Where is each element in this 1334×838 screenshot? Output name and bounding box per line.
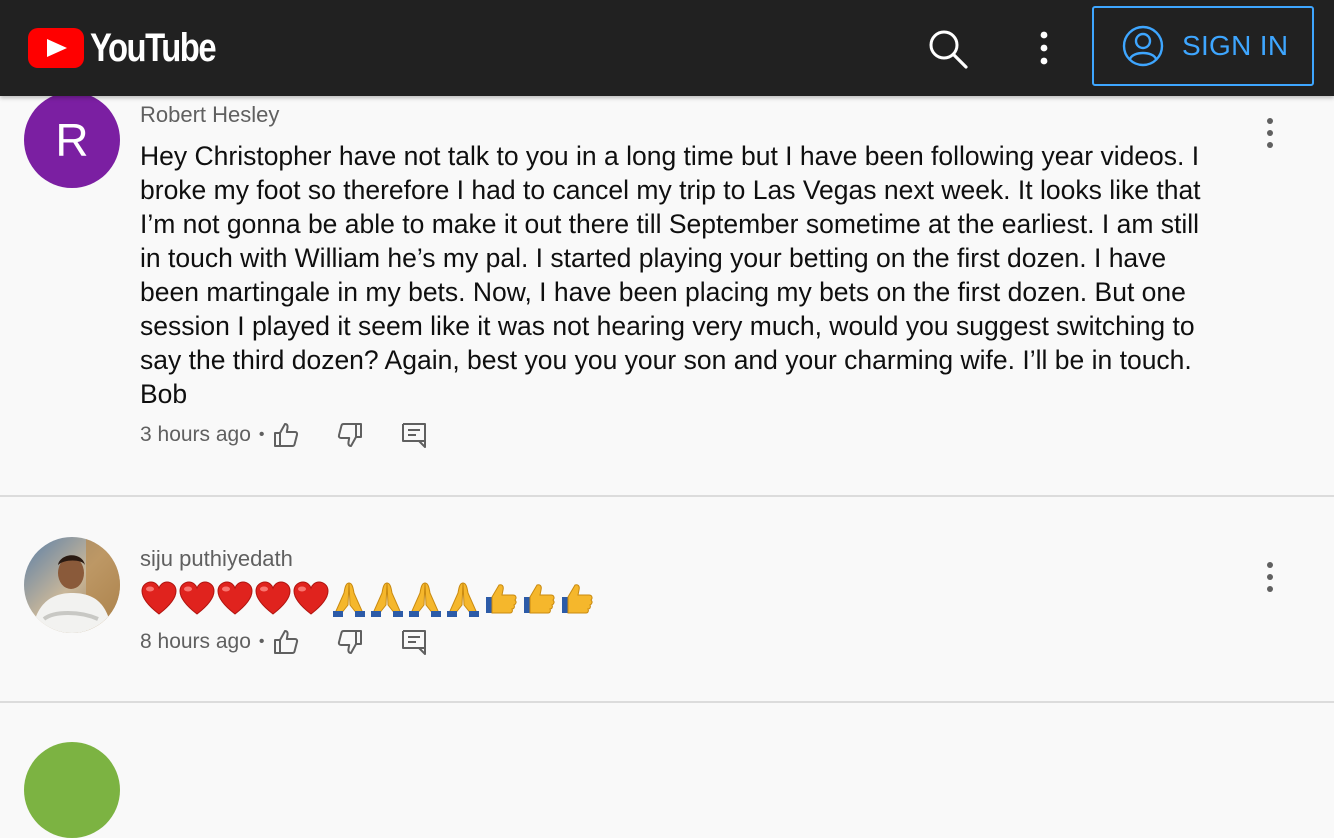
more-vert-icon: [1040, 31, 1048, 65]
thumbs-up-icon: [520, 581, 558, 622]
comment-author[interactable]: Robert Hesley: [140, 102, 279, 128]
avatar[interactable]: R: [24, 92, 120, 188]
search-button[interactable]: [926, 27, 970, 71]
like-button[interactable]: [272, 625, 336, 659]
separator-dot: •: [258, 426, 265, 443]
youtube-logo[interactable]: YouTube: [28, 25, 243, 70]
avatar-letter: R: [55, 114, 89, 166]
divider: [0, 701, 1334, 703]
heart-icon: [140, 581, 178, 622]
thumb-down-icon: [337, 630, 362, 654]
reply-button[interactable]: [400, 625, 464, 659]
comment-item: R Robert Hesley Hey Christopher have not…: [0, 92, 1334, 495]
heart-icon: [178, 581, 216, 622]
like-button[interactable]: [272, 418, 336, 452]
reply-button[interactable]: [400, 418, 464, 452]
avatar[interactable]: [24, 742, 120, 838]
comment-menu-button[interactable]: [1254, 555, 1286, 599]
more-vert-icon: [1267, 118, 1273, 148]
thumb-up-icon: [273, 423, 298, 447]
sign-in-button[interactable]: SIGN IN: [1092, 6, 1314, 86]
comment-author[interactable]: siju puthiyedath: [140, 546, 293, 572]
more-vert-icon: [1267, 562, 1273, 592]
heart-icon: [254, 581, 292, 622]
pray-icon: [330, 581, 368, 622]
comment-icon: [401, 423, 426, 448]
search-icon: [929, 30, 968, 69]
pray-icon: [406, 581, 444, 622]
comment-meta: 3 hours ago •: [140, 418, 464, 452]
more-options-button[interactable]: [1028, 27, 1060, 71]
thumbs-up-icon: [558, 581, 596, 622]
comment-icon: [401, 630, 426, 655]
comment-time: 3 hours ago: [140, 423, 251, 446]
dislike-button[interactable]: [336, 625, 400, 659]
thumb-up-icon: [273, 630, 298, 654]
thumb-down-icon: [337, 423, 362, 447]
separator-dot: •: [258, 633, 265, 650]
avatar[interactable]: [24, 537, 120, 633]
pray-icon: [444, 581, 482, 622]
profile-photo: [24, 537, 120, 633]
comment-menu-button[interactable]: [1254, 111, 1286, 155]
dislike-button[interactable]: [336, 418, 400, 452]
account-circle-icon: [1122, 25, 1164, 67]
sign-in-label: SIGN IN: [1182, 30, 1289, 61]
heart-icon: [216, 581, 254, 622]
heart-icon: [292, 581, 330, 622]
top-app-bar: YouTube SIGN IN: [0, 0, 1334, 96]
play-logo-icon: [28, 28, 84, 68]
comment-item: siju puthiyedath 8 hours ago •: [0, 497, 1334, 702]
comment-text: Hey Christopher have not talk to you in …: [140, 141, 1201, 409]
logo-text: YouTube: [90, 25, 217, 70]
comment-emoji-text: [140, 581, 596, 622]
thumbs-up-icon: [482, 581, 520, 622]
comment-meta: 8 hours ago •: [140, 625, 464, 659]
comment-time: 8 hours ago: [140, 630, 251, 653]
pray-icon: [368, 581, 406, 622]
